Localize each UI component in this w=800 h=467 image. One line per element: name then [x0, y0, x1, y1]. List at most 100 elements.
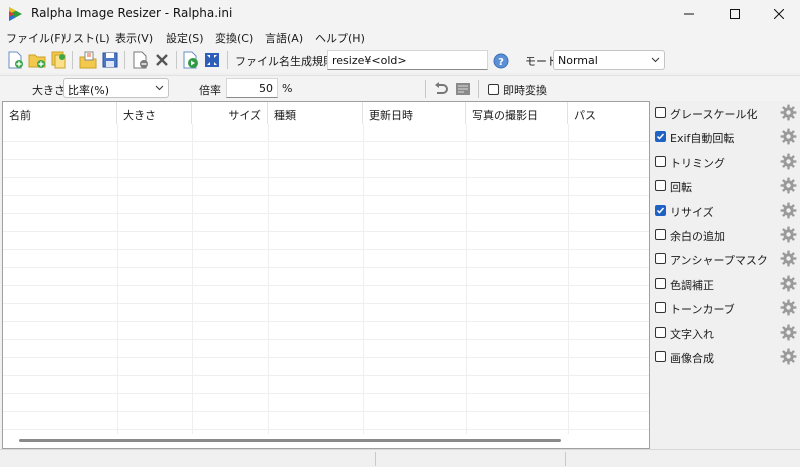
effect-row: 色調補正	[651, 274, 800, 294]
ratio-input[interactable]	[226, 78, 278, 98]
checkmark-icon	[656, 207, 665, 214]
gear-icon[interactable]	[780, 226, 797, 243]
size-mode-select[interactable]: 比率(%)	[63, 78, 169, 98]
effect-label: 回転	[670, 181, 692, 195]
mode-select[interactable]: Normal	[553, 50, 665, 70]
checkmark-icon	[656, 133, 665, 140]
column-divider	[268, 124, 269, 434]
ratio-unit: %	[282, 82, 293, 95]
fit-window-icon[interactable]	[203, 51, 221, 69]
size-mode-value: 比率(%)	[68, 84, 110, 97]
gear-icon[interactable]	[780, 153, 797, 170]
preview-icon[interactable]	[454, 80, 472, 98]
toolbar-separator	[478, 80, 479, 98]
minimize-button[interactable]	[666, 0, 712, 28]
minimize-icon	[684, 13, 694, 15]
effect-row: Exif自動回転	[651, 127, 800, 147]
help-icon[interactable]: ?	[492, 52, 510, 70]
delete-icon[interactable]	[153, 51, 171, 69]
effect-checkbox[interactable]	[655, 302, 666, 314]
close-button[interactable]	[756, 0, 800, 28]
toolbar-separator	[72, 51, 73, 69]
chevron-down-icon	[651, 57, 660, 63]
add-folder-icon[interactable]	[28, 51, 46, 69]
mode-select-value: Normal	[558, 54, 598, 67]
column-divider	[466, 124, 467, 434]
effect-checkbox[interactable]	[655, 326, 666, 338]
column-divider	[192, 124, 193, 434]
column-header-path[interactable]: パス	[568, 102, 649, 124]
filename-rule-label: ファイル名生成規則	[235, 55, 334, 68]
close-icon	[774, 9, 784, 19]
effect-label: グレースケール化	[670, 108, 758, 121]
effect-checkbox[interactable]	[655, 180, 666, 192]
effect-row: リサイズ	[651, 201, 800, 221]
menu-help[interactable]: ヘルプ(H)	[315, 30, 365, 46]
effect-label: 文字入れ	[670, 327, 714, 341]
effect-checkbox[interactable]	[655, 204, 666, 216]
column-header-type[interactable]: 種類	[268, 102, 363, 124]
column-header-date-taken[interactable]: 写真の撮影日	[466, 102, 568, 124]
effect-checkbox[interactable]	[655, 351, 666, 362]
open-settings-icon[interactable]	[79, 51, 97, 69]
column-header-size[interactable]: サイズ	[192, 102, 268, 124]
column-header-dimensions[interactable]: 大きさ	[117, 102, 192, 124]
effect-row: 画像合成	[651, 347, 800, 367]
gear-icon[interactable]	[780, 348, 797, 365]
gear-icon[interactable]	[780, 275, 797, 292]
remove-item-icon[interactable]	[131, 51, 149, 69]
maximize-icon	[730, 9, 740, 19]
effect-checkbox[interactable]	[655, 277, 666, 289]
svg-text:?: ?	[498, 57, 504, 68]
column-header-name[interactable]: 名前	[3, 102, 117, 124]
gear-icon[interactable]	[780, 202, 797, 219]
effect-label: Exif自動回転	[670, 132, 735, 146]
menu-file[interactable]: ファイル(F)	[6, 30, 65, 46]
effect-row: アンシャープマスク	[651, 249, 800, 269]
gear-icon[interactable]	[780, 299, 797, 316]
maximize-button[interactable]	[712, 0, 758, 28]
horizontal-scrollbar[interactable]	[19, 439, 561, 442]
menu-bar: ファイル(F) リスト(L) 表示(V) 設定(S) 変換(C) 言語(A) ヘ…	[0, 28, 800, 46]
save-settings-icon[interactable]	[101, 51, 119, 69]
filename-rule-input[interactable]	[327, 50, 488, 70]
gear-icon[interactable]	[780, 128, 797, 145]
file-list-table[interactable]: 名前 大きさ サイズ 種類 更新日時 写真の撮影日 パス	[2, 101, 650, 449]
menu-view[interactable]: 表示(V)	[115, 30, 153, 46]
gear-icon[interactable]	[780, 250, 797, 267]
undo-icon[interactable]	[432, 80, 450, 98]
effect-label: 画像合成	[670, 352, 714, 365]
effect-checkbox[interactable]	[655, 253, 666, 265]
main-toolbar: ファイル名生成規則 ? モード Normal	[0, 46, 800, 73]
instant-convert-checkbox[interactable]	[488, 84, 499, 95]
new-list-icon[interactable]	[6, 51, 24, 69]
menu-convert[interactable]: 変換(C)	[215, 30, 253, 46]
add-files-icon[interactable]	[49, 51, 67, 69]
column-divider	[568, 124, 569, 434]
toolbar-separator	[124, 51, 125, 69]
effect-checkbox[interactable]	[655, 107, 666, 118]
menu-list[interactable]: リスト(L)	[62, 30, 110, 46]
size-label: 大きさ	[32, 84, 65, 97]
gear-icon[interactable]	[780, 104, 797, 121]
app-icon	[9, 7, 22, 21]
effect-row: 回転	[651, 176, 800, 196]
gear-icon[interactable]	[780, 324, 797, 341]
effect-label: リサイズ	[670, 205, 714, 219]
menu-settings[interactable]: 設定(S)	[166, 30, 204, 46]
gear-icon[interactable]	[780, 177, 797, 194]
window-title: Ralpha Image Resizer - Ralpha.ini	[31, 6, 233, 20]
effect-row: 余白の追加	[651, 225, 800, 245]
effect-checkbox[interactable]	[655, 229, 666, 240]
status-bar	[0, 449, 800, 467]
convert-icon[interactable]	[181, 51, 199, 69]
status-separator	[375, 452, 376, 466]
chevron-down-icon	[155, 85, 164, 91]
effect-checkbox[interactable]	[655, 155, 666, 167]
effect-checkbox[interactable]	[655, 131, 666, 143]
column-divider	[117, 124, 118, 434]
effect-label: 余白の追加	[670, 230, 725, 243]
menu-language[interactable]: 言語(A)	[265, 30, 303, 46]
effect-row: トーンカーブ	[651, 298, 800, 318]
column-header-modified[interactable]: 更新日時	[363, 102, 466, 124]
